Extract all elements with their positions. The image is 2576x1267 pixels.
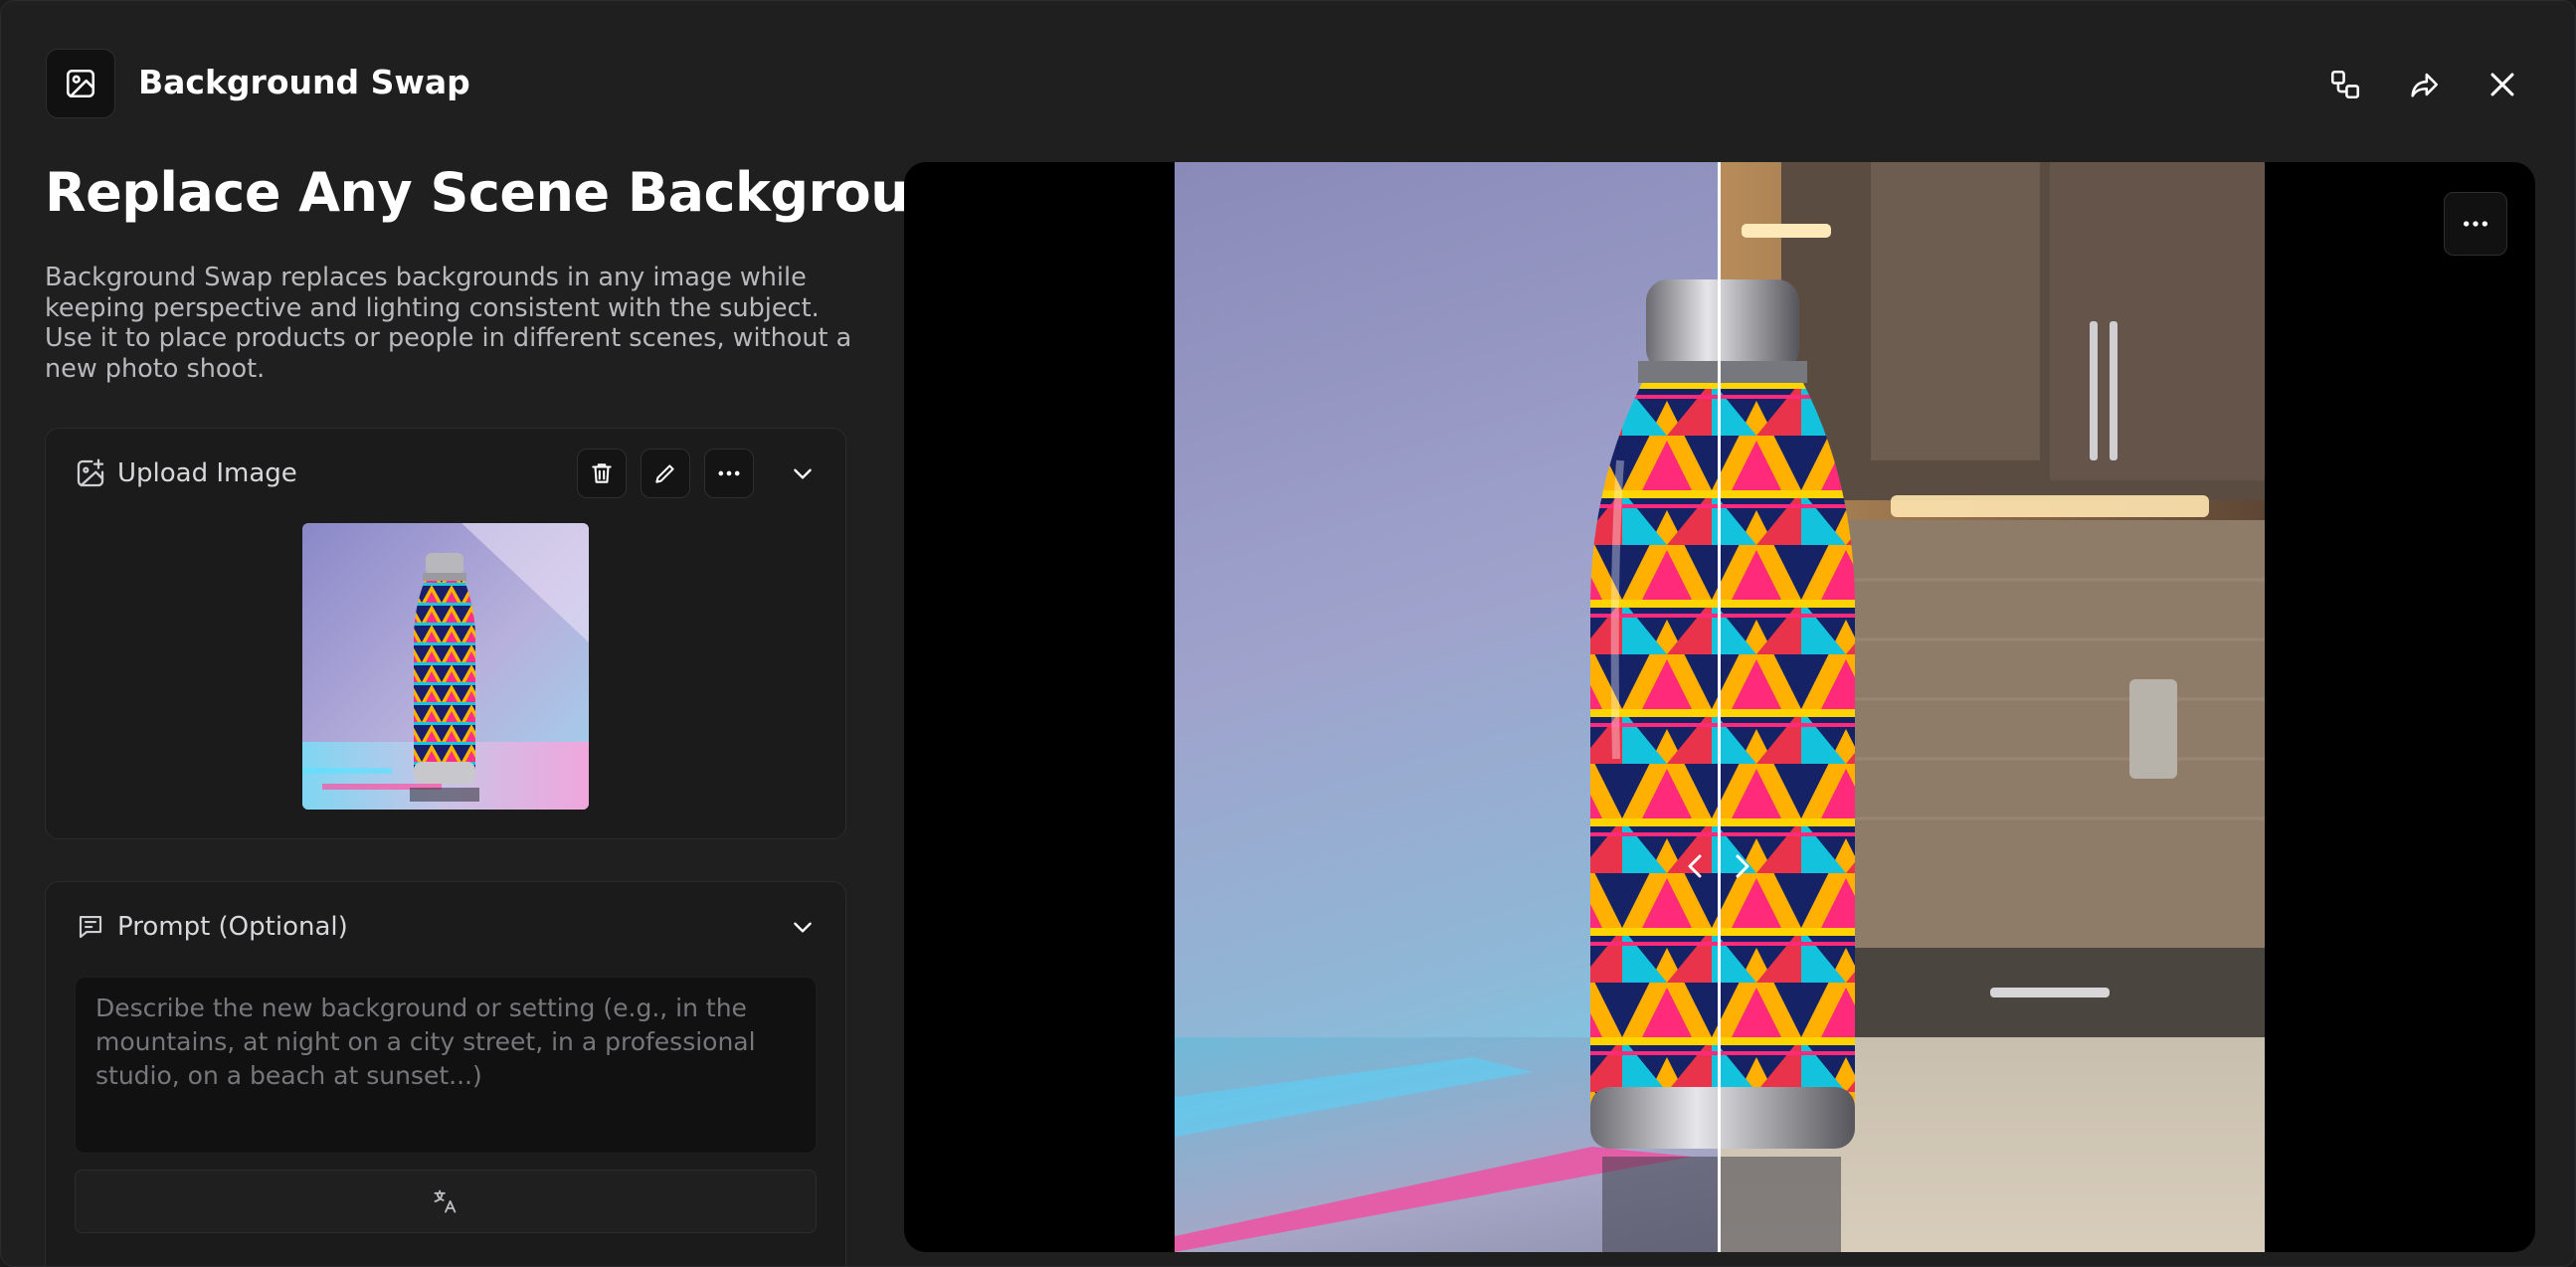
app-window: Background Swap Replace Any Scene Backgr…: [0, 0, 2576, 1267]
pencil-icon: [655, 464, 674, 483]
preview-canvas: [904, 162, 2535, 1252]
translate-button[interactable]: [75, 1170, 817, 1233]
chevron-down-icon[interactable]: [783, 453, 823, 493]
page-description: Background Swap replaces backgrounds in …: [45, 263, 852, 384]
image-add-icon: [73, 455, 108, 491]
page-title: Replace Any Scene Background: [45, 161, 985, 224]
prompt-card: Prompt (Optional): [45, 881, 846, 1266]
share-icon[interactable]: [2398, 59, 2450, 110]
upload-card: Upload Image: [45, 428, 846, 839]
uploaded-image-thumbnail[interactable]: [302, 523, 589, 810]
prompt-input[interactable]: [75, 977, 817, 1154]
close-icon: [2490, 73, 2514, 96]
before-after-comparison[interactable]: [1175, 162, 2265, 1252]
upload-label: Upload Image: [117, 458, 297, 488]
more-options-button[interactable]: [704, 449, 754, 498]
app-title: Background Swap: [138, 63, 470, 101]
close-button[interactable]: [2477, 59, 2528, 110]
translate-icon: [434, 1189, 457, 1213]
trash-icon: [592, 463, 612, 483]
more-icon: [718, 470, 740, 476]
preview-more-button[interactable]: [2444, 192, 2507, 256]
chevron-down-icon[interactable]: [783, 907, 823, 947]
edit-button[interactable]: [641, 449, 690, 498]
more-icon: [2464, 221, 2487, 227]
delete-button[interactable]: [577, 449, 627, 498]
image-icon: [46, 49, 115, 118]
compare-icon[interactable]: [2319, 59, 2371, 110]
message-icon: [73, 909, 108, 945]
prompt-label: Prompt (Optional): [117, 912, 348, 942]
